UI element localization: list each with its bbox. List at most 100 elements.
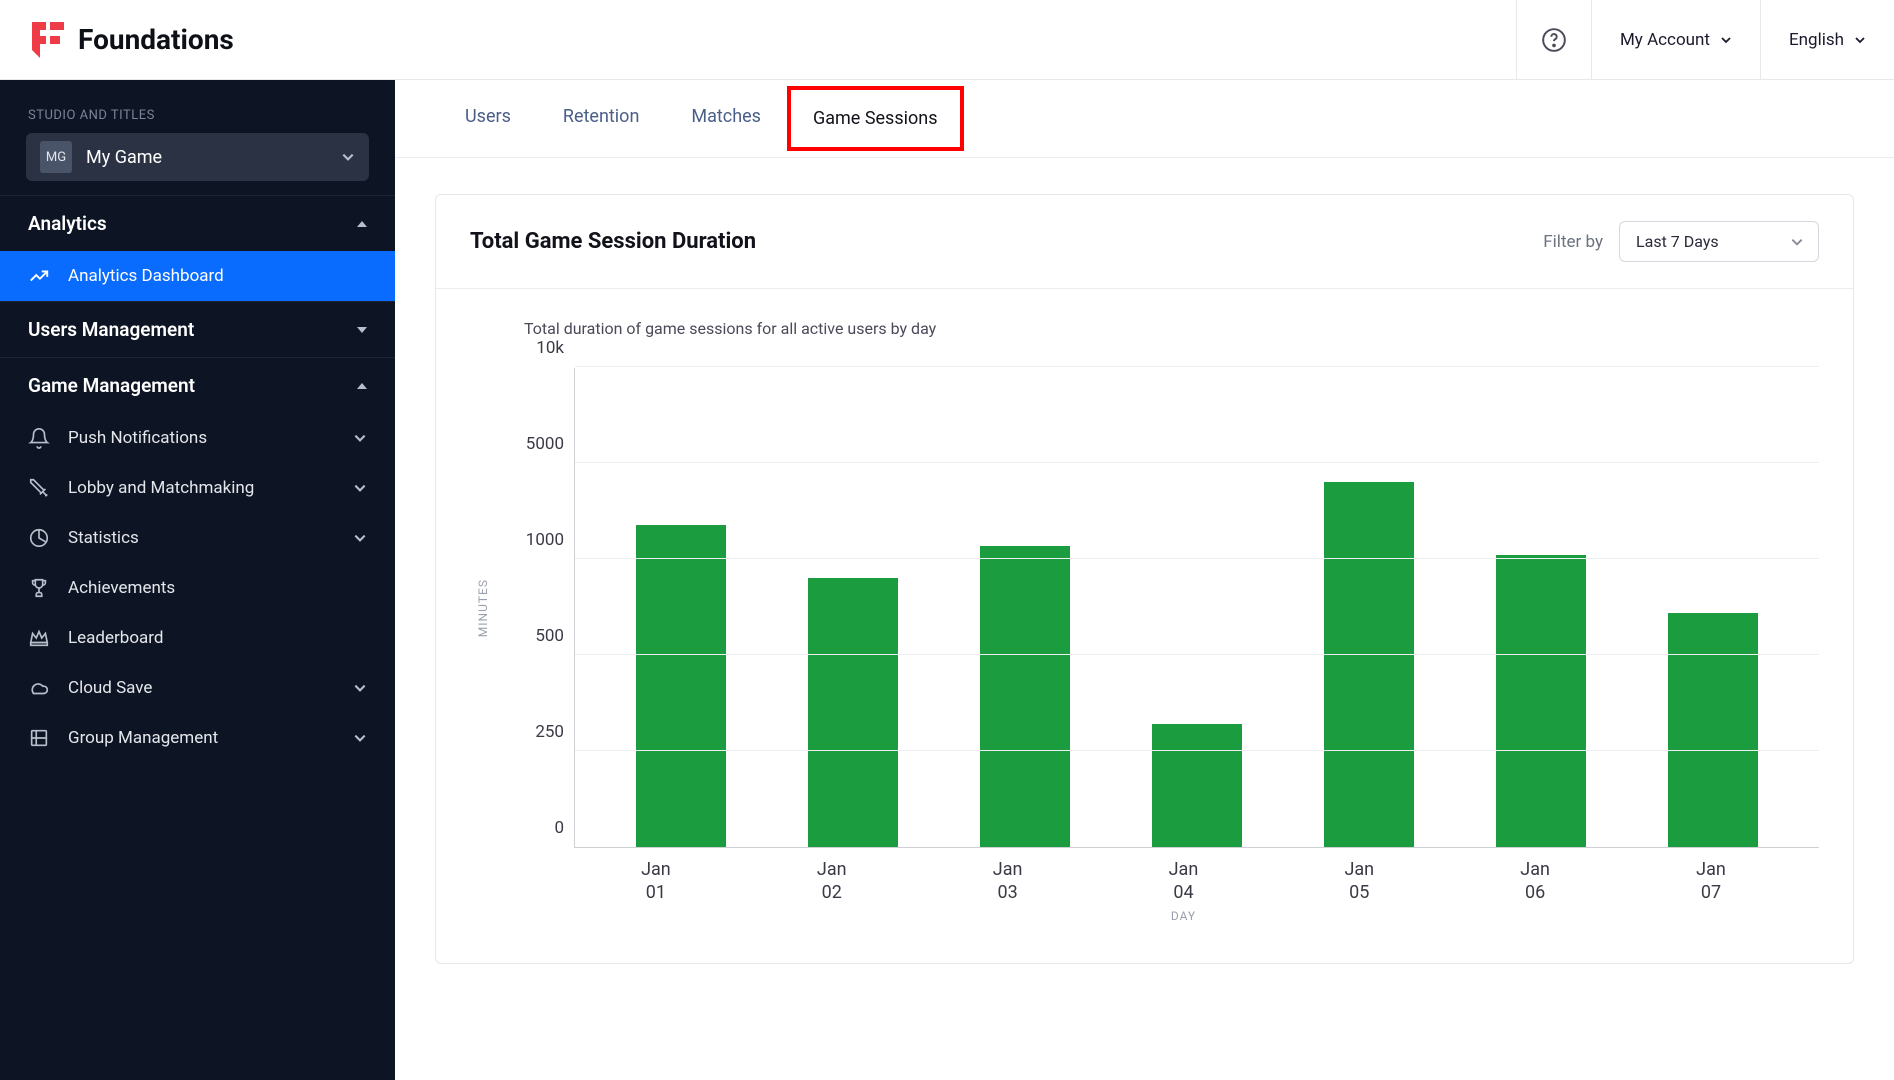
tab-retention[interactable]: Retention [537, 80, 665, 157]
card-body: Total duration of game sessions for all … [436, 289, 1853, 963]
y-tick: 1000 [526, 530, 564, 550]
y-tick: 500 [535, 626, 564, 646]
x-tick: Jan07 [1666, 858, 1756, 905]
grid-line [575, 366, 1819, 367]
sidebar-item-cloud-save[interactable]: Cloud Save [0, 663, 395, 713]
x-tick: Jan01 [611, 858, 701, 905]
nav-label: Cloud Save [68, 678, 152, 698]
card-title: Total Game Session Duration [470, 229, 756, 254]
plot-area [574, 368, 1819, 848]
analytics-section-head[interactable]: Analytics [0, 195, 395, 251]
chart-bar [980, 546, 1070, 847]
crown-icon [28, 627, 50, 649]
header-right: My Account English [1516, 0, 1894, 79]
caret-up-icon [357, 383, 367, 389]
x-tick: Jan03 [963, 858, 1053, 905]
y-axis: 02505001000500010k [496, 368, 574, 848]
chart-subtitle: Total duration of game sessions for all … [470, 309, 1819, 368]
chevron-down-icon [353, 481, 367, 495]
nav-label: Achievements [68, 578, 175, 598]
chart-bar [1496, 555, 1586, 847]
caret-up-icon [357, 221, 367, 227]
brand-name: Foundations [78, 23, 234, 56]
game-selector[interactable]: MG My Game [26, 133, 369, 181]
y-axis-label: MINUTES [470, 579, 496, 637]
nav-label: Statistics [68, 528, 139, 548]
game-name: My Game [86, 147, 327, 168]
sidebar-item-lobby-matchmaking[interactable]: Lobby and Matchmaking [0, 463, 395, 513]
chevron-down-icon [341, 150, 355, 164]
nav-label: Lobby and Matchmaking [68, 478, 254, 498]
grid-line [575, 462, 1819, 463]
game-mgmt-section-head[interactable]: Game Management [0, 357, 395, 413]
chart-card: Total Game Session Duration Filter by La… [435, 194, 1854, 964]
my-account-dropdown[interactable]: My Account [1591, 0, 1760, 79]
my-account-label: My Account [1620, 30, 1710, 50]
brand-area: Foundations [0, 22, 1516, 58]
sidebar: STUDIO AND TITLES MG My Game Analytics A… [0, 80, 395, 1080]
x-tick: Jan04 [1138, 858, 1228, 905]
app-header: Foundations My Account English [0, 0, 1894, 80]
y-tick: 5000 [526, 434, 564, 454]
chevron-down-icon [1790, 235, 1804, 249]
sidebar-section-label: STUDIO AND TITLES [0, 98, 395, 133]
analytics-head-label: Analytics [28, 212, 107, 235]
x-tick: Jan02 [787, 858, 877, 905]
help-icon [1541, 27, 1567, 53]
trophy-icon [28, 577, 50, 599]
main-content: Users Retention Matches Game Sessions To… [395, 80, 1894, 1080]
y-tick: 0 [554, 818, 564, 838]
game-mgmt-label: Game Management [28, 374, 195, 397]
nav-label: Group Management [68, 728, 218, 748]
tab-game-sessions[interactable]: Game Sessions [787, 86, 964, 151]
language-dropdown[interactable]: English [1760, 0, 1894, 79]
help-button[interactable] [1516, 0, 1591, 79]
x-tick: Jan06 [1490, 858, 1580, 905]
language-label: English [1789, 30, 1844, 50]
sidebar-item-group-management[interactable]: Group Management [0, 713, 395, 763]
users-mgmt-section-head[interactable]: Users Management [0, 301, 395, 357]
group-icon [28, 727, 50, 749]
card-header: Total Game Session Duration Filter by La… [436, 195, 1853, 289]
grid-line [575, 654, 1819, 655]
swords-icon [28, 477, 50, 499]
chart-bar [808, 578, 898, 847]
tab-matches[interactable]: Matches [665, 80, 787, 157]
users-mgmt-label: Users Management [28, 318, 194, 341]
grid-line [575, 558, 1819, 559]
x-tick: Jan05 [1314, 858, 1404, 905]
sidebar-item-achievements[interactable]: Achievements [0, 563, 395, 613]
x-axis-label: DAY [548, 909, 1819, 923]
chevron-down-icon [353, 431, 367, 445]
brand-logo-icon [32, 22, 64, 58]
grid-line [575, 750, 1819, 751]
tab-users[interactable]: Users [439, 80, 537, 157]
chart-bar [1668, 613, 1758, 847]
y-tick: 250 [535, 722, 564, 742]
filter-select[interactable]: Last 7 Days [1619, 221, 1819, 262]
sidebar-item-statistics[interactable]: Statistics [0, 513, 395, 563]
sidebar-item-push-notifications[interactable]: Push Notifications [0, 413, 395, 463]
chevron-down-icon [353, 531, 367, 545]
cloud-icon [28, 677, 50, 699]
nav-label: Push Notifications [68, 428, 207, 448]
caret-down-icon [357, 327, 367, 333]
chart-bar [636, 525, 726, 847]
filter-label: Filter by [1543, 232, 1603, 252]
filter-value: Last 7 Days [1636, 232, 1719, 251]
bell-icon [28, 427, 50, 449]
chart-bar [1152, 724, 1242, 847]
tabs: Users Retention Matches Game Sessions [395, 80, 1894, 158]
filter-wrap: Filter by Last 7 Days [1543, 221, 1819, 262]
pie-chart-icon [28, 527, 50, 549]
game-badge: MG [40, 141, 72, 173]
chevron-down-icon [353, 681, 367, 695]
chart-bar [1324, 482, 1414, 847]
sidebar-item-analytics-dashboard[interactable]: Analytics Dashboard [0, 251, 395, 301]
chart-line-icon [28, 265, 50, 287]
chevron-down-icon [353, 731, 367, 745]
y-tick: 10k [536, 338, 564, 358]
nav-label: Analytics Dashboard [68, 266, 224, 286]
sidebar-item-leaderboard[interactable]: Leaderboard [0, 613, 395, 663]
x-axis-labels: Jan01 Jan02 Jan03 Jan04 Jan05 Jan06 Jan07 [548, 848, 1819, 905]
